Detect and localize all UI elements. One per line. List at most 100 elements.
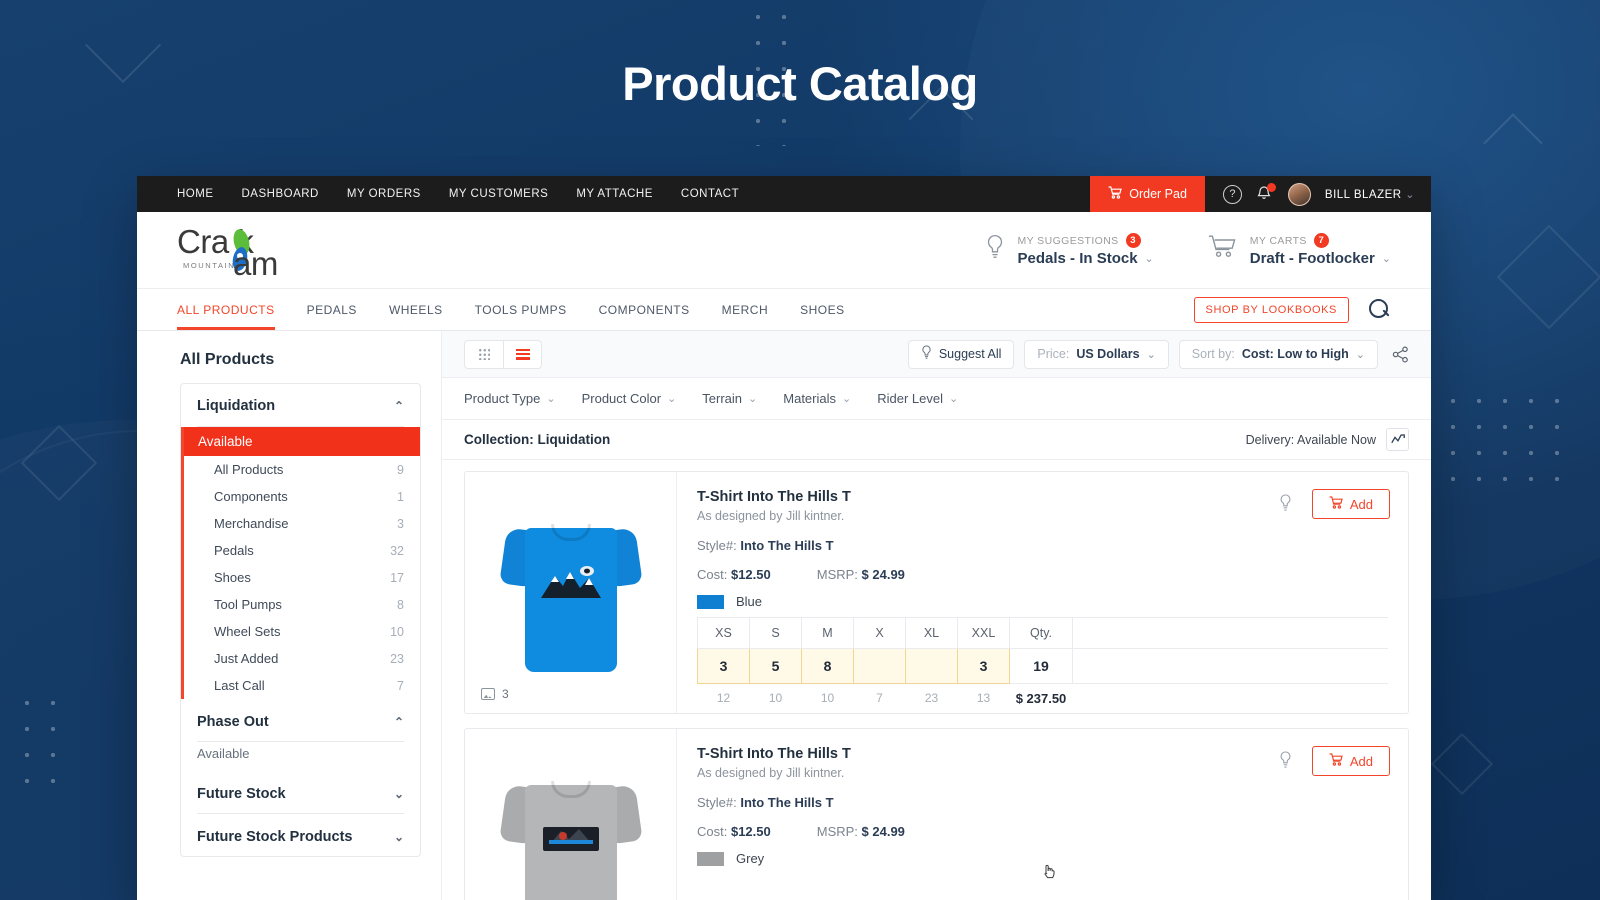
qty-input-x[interactable] bbox=[853, 647, 906, 684]
sidebar-item-merchandise[interactable]: Merchandise 3 bbox=[184, 510, 420, 537]
product-color[interactable]: Blue bbox=[697, 594, 1388, 609]
sidebar-title: All Products bbox=[180, 351, 275, 368]
order-pad-label: Order Pad bbox=[1129, 187, 1187, 201]
sidebar-item-available[interactable]: Available bbox=[184, 427, 420, 456]
tab-shoes[interactable]: SHOES bbox=[800, 289, 845, 330]
sidebar-item-count: 10 bbox=[390, 624, 404, 639]
sidebar-item-shoes[interactable]: Shoes 17 bbox=[184, 564, 420, 591]
nav-home[interactable]: HOME bbox=[177, 188, 214, 200]
tshirt-graphic-bike bbox=[539, 821, 603, 859]
my-carts-badge: 7 bbox=[1313, 233, 1329, 248]
quantity-input-row: 3 5 8 3 19 bbox=[697, 647, 1388, 684]
avatar[interactable] bbox=[1287, 182, 1311, 206]
add-button-label: Add bbox=[1349, 753, 1373, 769]
qty-input-s[interactable]: 5 bbox=[749, 647, 802, 684]
my-carts-widget[interactable]: MY CARTS 7 Draft - Footlocker ⌄ bbox=[1208, 233, 1391, 267]
search-icon[interactable] bbox=[1369, 298, 1391, 321]
shop-by-lookbooks-button[interactable]: SHOP BY LOOKBOOKS bbox=[1193, 296, 1349, 323]
size-header-x: X bbox=[853, 616, 906, 649]
nav-my-customers[interactable]: MY CUSTOMERS bbox=[449, 188, 549, 200]
dot-pattern-left bbox=[14, 690, 74, 805]
filter-label: Terrain bbox=[702, 391, 743, 406]
sidebar-panel-title: Future Stock Products bbox=[197, 829, 353, 845]
chevron-down-icon: ⌄ bbox=[393, 787, 404, 801]
suggest-lightbulb-icon[interactable] bbox=[1279, 751, 1292, 771]
product-image[interactable]: 3 bbox=[465, 472, 677, 713]
grid-view-button[interactable] bbox=[465, 341, 503, 368]
nav-dashboard[interactable]: DASHBOARD bbox=[242, 188, 319, 200]
user-name[interactable]: BILL BLAZER ⌄ bbox=[1325, 188, 1415, 201]
tab-wheels[interactable]: WHEELS bbox=[389, 289, 443, 330]
share-icon[interactable] bbox=[1392, 345, 1409, 363]
sidebar-item-tool-pumps[interactable]: Tool Pumps 8 bbox=[184, 591, 420, 618]
sidebar-panel-header-liquidation[interactable]: Liquidation ⌃ bbox=[181, 384, 420, 426]
qty-input-m[interactable]: 8 bbox=[801, 647, 854, 684]
tab-merch[interactable]: MERCH bbox=[722, 289, 769, 330]
nav-my-orders[interactable]: MY ORDERS bbox=[347, 188, 421, 200]
nav-my-attache[interactable]: MY ATTACHE bbox=[576, 188, 653, 200]
filter-rider-level[interactable]: Rider Level ⌄ bbox=[877, 391, 958, 406]
product-actions: Add bbox=[1279, 489, 1390, 519]
color-name: Grey bbox=[736, 851, 765, 866]
sidebar-item-wheel-sets[interactable]: Wheel Sets 10 bbox=[184, 618, 420, 645]
sidebar-item-label: Pedals bbox=[214, 543, 254, 558]
chevron-up-icon: ⌃ bbox=[393, 715, 404, 729]
sidebar-item-label: Tool Pumps bbox=[214, 597, 282, 612]
order-pad-button[interactable]: Order Pad bbox=[1090, 176, 1205, 212]
nav-contact[interactable]: CONTACT bbox=[681, 188, 739, 200]
toolbar-right: Suggest All Price: US Dollars ⌄ Sort by:… bbox=[907, 339, 1409, 369]
main-content: All Products Liquidation ⌃ Available All… bbox=[137, 331, 1431, 900]
sidebar-item-all-products[interactable]: All Products 9 bbox=[184, 456, 420, 483]
sidebar-panel-header-future-stock-products[interactable]: Future Stock Products ⌄ bbox=[181, 814, 420, 856]
style-label: Style#: bbox=[697, 795, 737, 810]
logo[interactable]: Cra k am MOUNTAIN bbox=[177, 221, 347, 282]
style-value: Into The Hills T bbox=[740, 538, 834, 553]
my-carts-value: Draft - Footlocker bbox=[1249, 250, 1375, 267]
style-value: Into The Hills T bbox=[740, 795, 834, 810]
add-to-cart-button[interactable]: Add bbox=[1311, 746, 1390, 776]
filter-product-color[interactable]: Product Color ⌄ bbox=[582, 391, 677, 406]
size-header-m: M bbox=[801, 616, 854, 649]
suggest-lightbulb-icon[interactable] bbox=[1279, 494, 1292, 514]
filter-materials[interactable]: Materials ⌄ bbox=[783, 391, 851, 406]
trend-chart-button[interactable] bbox=[1386, 428, 1409, 451]
sidebar-panel-liquidation: Liquidation ⌃ Available All Products 9 C… bbox=[180, 383, 421, 857]
msrp-block: MSRP: $ 24.99 bbox=[817, 824, 905, 839]
sidebar-item-just-added[interactable]: Just Added 23 bbox=[184, 645, 420, 672]
sidebar-item-components[interactable]: Components 1 bbox=[184, 483, 420, 510]
filter-product-type[interactable]: Product Type ⌄ bbox=[464, 391, 556, 406]
qty-input-xl[interactable] bbox=[905, 647, 958, 684]
sidebar-panel-header-future-stock[interactable]: Future Stock ⌄ bbox=[181, 771, 420, 813]
add-to-cart-button[interactable]: Add bbox=[1311, 489, 1390, 519]
size-header-s: S bbox=[749, 616, 802, 649]
size-header-xs: XS bbox=[697, 616, 750, 649]
tab-pedals[interactable]: PEDALS bbox=[307, 289, 357, 330]
tab-components[interactable]: COMPONENTS bbox=[599, 289, 690, 330]
my-carts-text: MY CARTS 7 Draft - Footlocker ⌄ bbox=[1250, 233, 1391, 267]
table-row[interactable]: 3 T-Shirt Into The Hills T As designed b… bbox=[464, 471, 1409, 714]
price-currency-select[interactable]: Price: US Dollars ⌄ bbox=[1024, 339, 1169, 369]
tab-tools-pumps[interactable]: TOOLS PUMPS bbox=[475, 289, 567, 330]
help-icon[interactable]: ? bbox=[1222, 184, 1242, 204]
product-image[interactable] bbox=[465, 729, 677, 900]
tab-all-products[interactable]: ALL PRODUCTS bbox=[177, 289, 275, 330]
notification-dot bbox=[1266, 183, 1276, 192]
my-suggestions-widget[interactable]: MY SUGGESTIONS 3 Pedals - In Stock ⌄ bbox=[985, 233, 1154, 267]
chevron-down-icon: ⌄ bbox=[748, 393, 758, 405]
suggest-all-button[interactable]: Suggest All bbox=[907, 339, 1015, 369]
sidebar-item-label: Merchandise bbox=[214, 516, 289, 531]
filter-terrain[interactable]: Terrain ⌄ bbox=[702, 391, 757, 406]
product-color[interactable]: Grey bbox=[697, 851, 1388, 866]
list-view-button[interactable] bbox=[503, 340, 541, 368]
sidebar-panel-header-phase-out[interactable]: Phase Out ⌃ bbox=[181, 699, 420, 741]
notifications-bell-icon[interactable] bbox=[1256, 183, 1276, 204]
sidebar-item-pedals[interactable]: Pedals 32 bbox=[184, 537, 420, 564]
table-row[interactable]: T-Shirt Into The Hills T As designed by … bbox=[464, 728, 1409, 900]
qty-input-xs[interactable]: 3 bbox=[697, 647, 750, 684]
qty-input-xxl[interactable]: 3 bbox=[957, 647, 1010, 684]
sidebar-item-phase-out-available[interactable]: Available bbox=[181, 742, 420, 771]
lightbulb-icon bbox=[985, 234, 1005, 266]
sort-by-select[interactable]: Sort by: Cost: Low to High ⌄ bbox=[1178, 339, 1378, 369]
sidebar-item-last-call[interactable]: Last Call 7 bbox=[184, 672, 420, 699]
availability-row: 12 10 10 7 23 13 $ 237.50 bbox=[698, 683, 1389, 713]
